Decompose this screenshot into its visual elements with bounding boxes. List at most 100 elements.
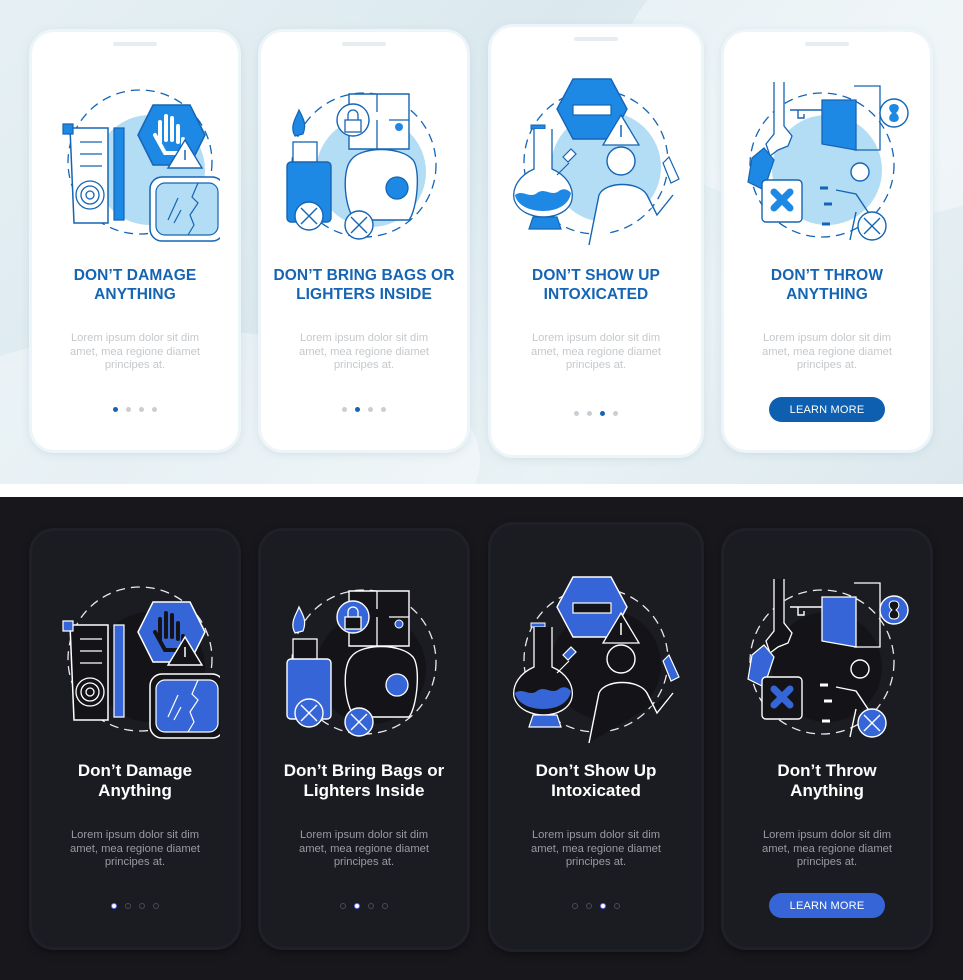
description-line: amet, mea regione diamet xyxy=(70,345,200,358)
page-dot[interactable] xyxy=(574,411,579,416)
page-dot-active[interactable] xyxy=(355,407,360,412)
description-line: Lorem ipsum dolor sit dim xyxy=(531,829,661,841)
description-line: principes at. xyxy=(565,856,627,868)
description-line: amet, mea regione diamet xyxy=(70,842,200,855)
description-line: Lorem ipsum dolor sit dim xyxy=(299,332,429,344)
description-line: amet, mea regione diamet xyxy=(762,345,892,358)
page-dot-active[interactable] xyxy=(354,903,360,909)
bags-lighters-icon xyxy=(286,92,437,240)
title-line: Don’t Damage xyxy=(77,761,193,780)
page-dot[interactable] xyxy=(368,407,373,412)
intoxicated-icon xyxy=(513,78,680,246)
intoxicated-icon xyxy=(513,576,680,744)
title-line: Intoxicated xyxy=(551,781,641,800)
page-dot[interactable] xyxy=(342,407,347,412)
page-dot[interactable] xyxy=(613,411,618,416)
page-indicator xyxy=(491,903,701,909)
phone-speaker xyxy=(342,42,386,46)
description-line: principes at. xyxy=(333,359,395,371)
learn-more-button[interactable]: LEARN MORE xyxy=(769,397,885,422)
onboarding-screen-damage: Don’t Damage Anything Lorem ipsum dolor … xyxy=(32,531,238,947)
page-dot[interactable] xyxy=(126,407,131,412)
page-dot[interactable] xyxy=(614,903,620,909)
description-line: principes at. xyxy=(796,359,858,371)
description-line: amet, mea regione diamet xyxy=(531,842,661,855)
page-dot[interactable] xyxy=(340,903,346,909)
page-dot[interactable] xyxy=(382,903,388,909)
page-dot-active[interactable] xyxy=(600,903,606,909)
page-dot-active[interactable] xyxy=(600,411,605,416)
title-line: ANYTHING xyxy=(94,286,176,303)
description-line: amet, mea regione diamet xyxy=(299,842,429,855)
description-line: Lorem ipsum dolor sit dim xyxy=(762,332,892,344)
onboarding-screen-throw: DON’T THROW ANYTHING Lorem ipsum dolor s… xyxy=(724,32,930,450)
title-line: ANYTHING xyxy=(786,286,868,303)
page-dot[interactable] xyxy=(139,407,144,412)
description-line: Lorem ipsum dolor sit dim xyxy=(531,332,661,344)
title-line: INTOXICATED xyxy=(543,286,649,303)
title-line: DON’T SHOW UP xyxy=(532,267,660,284)
title-line: LIGHTERS INSIDE xyxy=(296,286,432,303)
description-line: principes at. xyxy=(796,856,858,868)
onboarding-screen-bags-lighters: DON’T BRING BAGS OR LIGHTERS INSIDE Lore… xyxy=(261,32,467,450)
page-dot[interactable] xyxy=(587,411,592,416)
onboarding-screen-damage: DON’T DAMAGE ANYTHING Lorem ipsum dolor … xyxy=(32,32,238,450)
page-dot-active[interactable] xyxy=(113,407,118,412)
screen-description: Lorem ipsum dolor sit dim amet, mea regi… xyxy=(724,332,930,373)
onboarding-screen-throw: Don’t Throw Anything Lorem ipsum dolor s… xyxy=(724,531,930,947)
description-line: Lorem ipsum dolor sit dim xyxy=(70,829,200,841)
screen-description: Lorem ipsum dolor sit dim amet, mea regi… xyxy=(32,332,238,373)
description-line: principes at. xyxy=(565,359,627,371)
title-line: Anything xyxy=(790,781,864,800)
page-indicator xyxy=(32,903,238,909)
page-dot[interactable] xyxy=(125,903,131,909)
title-line: DON’T DAMAGE xyxy=(73,267,197,284)
page-dot[interactable] xyxy=(368,903,374,909)
screen-title: Don’t Show Up Intoxicated xyxy=(491,761,701,801)
page-dot[interactable] xyxy=(381,407,386,412)
page-dot[interactable] xyxy=(153,903,159,909)
screen-description: Lorem ipsum dolor sit dim amet, mea regi… xyxy=(724,829,930,870)
title-line: Don’t Bring Bags or xyxy=(283,761,445,780)
screen-title: Don’t Bring Bags or Lighters Inside xyxy=(261,761,467,801)
phone-speaker xyxy=(805,42,849,46)
throw-icon xyxy=(747,579,909,738)
page-indicator xyxy=(261,407,467,412)
title-line: DON’T THROW xyxy=(770,267,884,284)
title-line: Don’t Show Up xyxy=(535,761,657,780)
description-line: amet, mea regione diamet xyxy=(762,842,892,855)
phone-speaker xyxy=(113,42,157,46)
page-dot[interactable] xyxy=(586,903,592,909)
onboarding-screen-intoxicated: DON’T SHOW UP INTOXICATED Lorem ipsum do… xyxy=(491,27,701,455)
description-line: amet, mea regione diamet xyxy=(299,345,429,358)
description-line: Lorem ipsum dolor sit dim xyxy=(70,332,200,344)
screen-title: DON’T SHOW UP INTOXICATED xyxy=(491,266,701,304)
title-line: Anything xyxy=(98,781,172,800)
page-dot[interactable] xyxy=(572,903,578,909)
page-indicator xyxy=(261,903,467,909)
page-indicator xyxy=(491,411,701,416)
page-dot[interactable] xyxy=(139,903,145,909)
screen-description: Lorem ipsum dolor sit dim amet, mea regi… xyxy=(491,829,701,870)
screen-title: Don’t Damage Anything xyxy=(32,761,238,801)
damage-icon xyxy=(62,586,220,739)
bags-lighters-icon xyxy=(286,589,437,737)
dark-theme-section: Don’t Damage Anything Lorem ipsum dolor … xyxy=(0,497,963,980)
throw-icon xyxy=(747,82,909,241)
screen-title: DON’T THROW ANYTHING xyxy=(724,266,930,304)
damage-icon xyxy=(62,89,220,242)
description-line: principes at. xyxy=(104,856,166,868)
screen-title: DON’T DAMAGE ANYTHING xyxy=(32,266,238,304)
screen-description: Lorem ipsum dolor sit dim amet, mea regi… xyxy=(491,332,701,373)
onboarding-screen-intoxicated: Don’t Show Up Intoxicated Lorem ipsum do… xyxy=(491,525,701,949)
screen-description: Lorem ipsum dolor sit dim amet, mea regi… xyxy=(261,332,467,373)
onboarding-screen-bags-lighters: Don’t Bring Bags or Lighters Inside Lore… xyxy=(261,531,467,947)
learn-more-button[interactable]: LEARN MORE xyxy=(769,893,885,918)
description-line: amet, mea regione diamet xyxy=(531,345,661,358)
description-line: Lorem ipsum dolor sit dim xyxy=(299,829,429,841)
screen-title: Don’t Throw Anything xyxy=(724,761,930,801)
page-dot[interactable] xyxy=(152,407,157,412)
screen-title: DON’T BRING BAGS OR LIGHTERS INSIDE xyxy=(261,266,467,304)
page-indicator xyxy=(32,407,238,412)
page-dot-active[interactable] xyxy=(111,903,117,909)
